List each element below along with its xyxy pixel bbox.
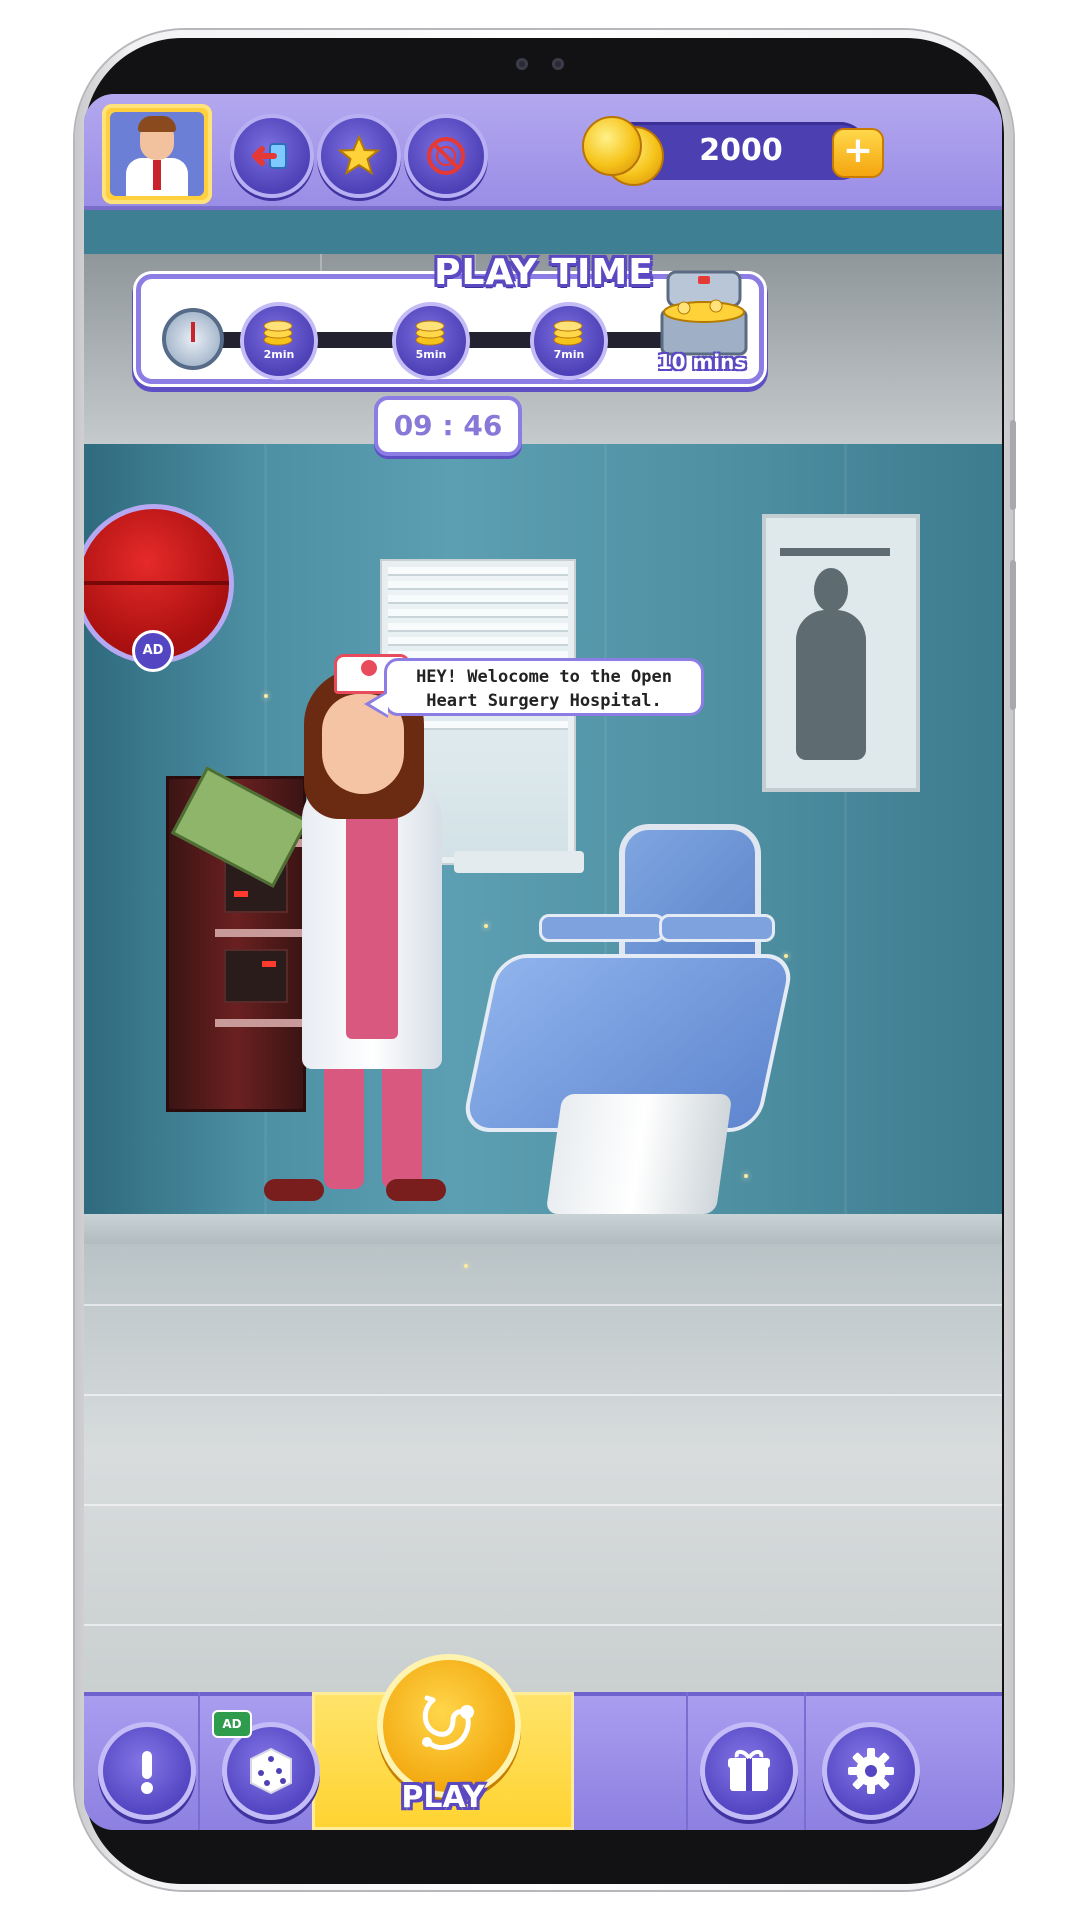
stethoscope-icon: [422, 1695, 474, 1751]
info-button[interactable]: [98, 1722, 196, 1820]
room-floor: [84, 1244, 1002, 1764]
chair-armrest: [539, 914, 665, 942]
settings-button[interactable]: [822, 1722, 920, 1820]
gear-icon: [848, 1748, 894, 1794]
rate-button[interactable]: [317, 114, 401, 198]
milestone-label: 7min: [553, 348, 585, 361]
play-time-countdown: 09 : 46: [374, 396, 522, 456]
coin-stack-icon: [415, 320, 445, 346]
info-icon: [141, 1751, 153, 1794]
play-label[interactable]: PLAY: [384, 1780, 502, 1815]
dice-ad-tag: AD: [212, 1710, 252, 1738]
milestone-label: 2min: [263, 348, 295, 361]
treasure-chest-icon[interactable]: [654, 266, 754, 362]
dice-icon: [250, 1747, 292, 1795]
milestone-label: 5min: [415, 348, 447, 361]
xray-poster: [762, 514, 920, 792]
milestone-7min[interactable]: 7min: [530, 302, 608, 380]
coin-value: 2000: [699, 133, 783, 168]
coin-stack-icon: [263, 320, 293, 346]
game-screen: HEY! Welocome to the Open Heart Surgery …: [84, 94, 1002, 1830]
gift-icon: [728, 1749, 770, 1791]
stopwatch-icon: [162, 308, 224, 370]
volume-button: [1010, 420, 1016, 510]
play-button[interactable]: [377, 1654, 521, 1798]
ad-badge: AD: [132, 630, 174, 672]
exit-icon: [252, 143, 287, 169]
add-coins-button[interactable]: +: [832, 128, 884, 178]
front-camera: [552, 58, 564, 70]
coin-stack-icon: [553, 320, 583, 346]
player-avatar[interactable]: [102, 104, 212, 204]
speech-line-2: Heart Surgery Hospital.: [426, 691, 662, 711]
power-button: [1010, 560, 1016, 710]
chest-label: 10 mins: [657, 350, 747, 374]
front-sensor: [516, 58, 528, 70]
no-ads-icon: [427, 137, 465, 175]
milestone-2min[interactable]: 2min: [240, 302, 318, 380]
star-icon: [337, 134, 381, 176]
clipboard: [170, 766, 310, 888]
no-ads-button[interactable]: [404, 114, 488, 198]
speech-bubble: HEY! Welocome to the Open Heart Surgery …: [384, 658, 704, 716]
nurse-character[interactable]: [170, 639, 484, 1249]
chair-armrest: [659, 914, 775, 942]
coins-icon: [574, 112, 664, 188]
gift-button[interactable]: [700, 1722, 798, 1820]
milestone-5min[interactable]: 5min: [392, 302, 470, 380]
dental-chair-base: [545, 1094, 733, 1214]
speech-line-1: HEY! Welocome to the Open: [416, 667, 672, 687]
avatar-doctor: [110, 112, 204, 196]
exit-button[interactable]: [230, 114, 314, 198]
